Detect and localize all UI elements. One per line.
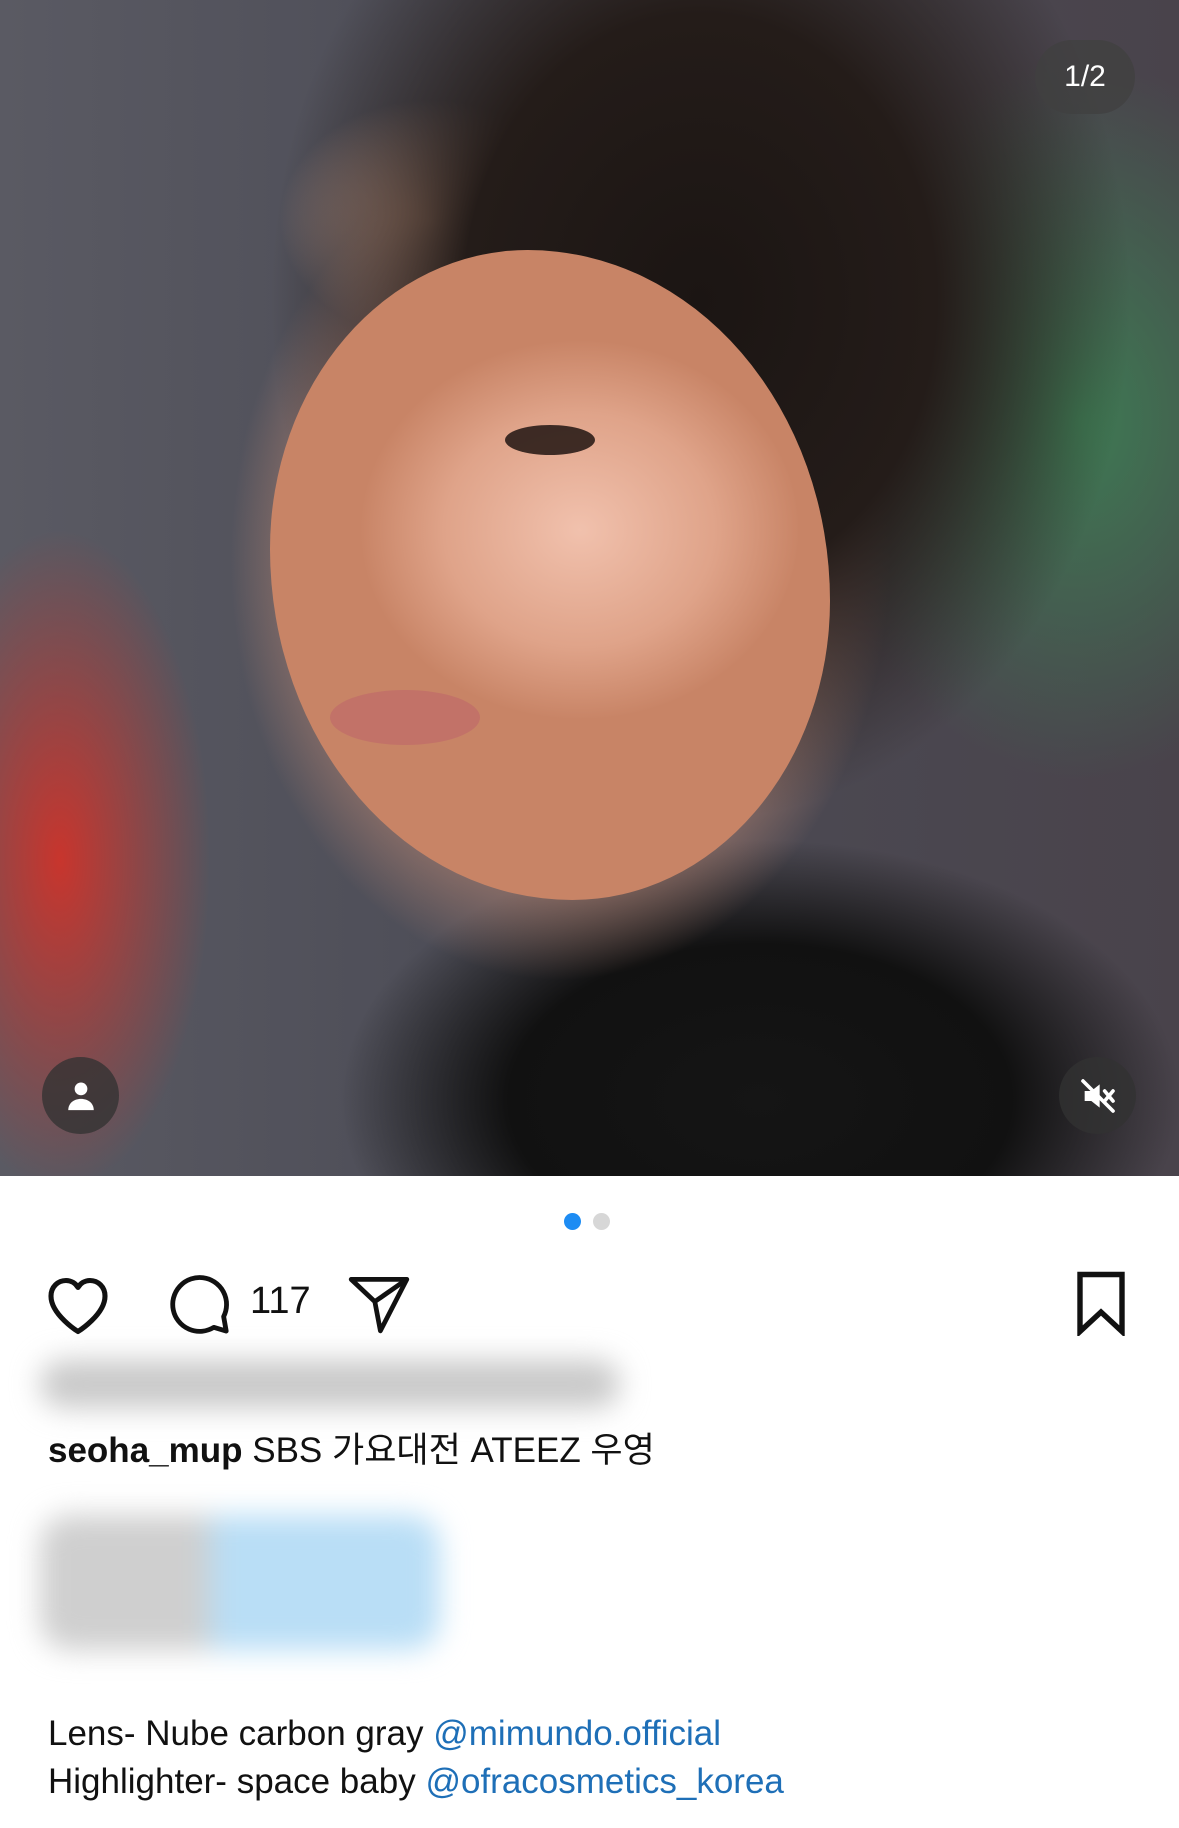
blurred-caption-block: [40, 1515, 440, 1650]
mute-button[interactable]: [1059, 1057, 1136, 1134]
heart-icon: [48, 1277, 108, 1335]
like-button[interactable]: [40, 1268, 116, 1338]
caption-username[interactable]: seoha_mup: [48, 1431, 243, 1470]
save-button[interactable]: [1066, 1268, 1136, 1338]
mention-link[interactable]: @mimundo.official: [433, 1714, 721, 1753]
carousel-dot-active: [564, 1213, 581, 1230]
carousel-dots: [564, 1213, 610, 1230]
detail-line-lens: Lens- Nube carbon gray @mimundo.official: [48, 1714, 721, 1754]
comment-count: 117: [250, 1280, 311, 1322]
caption-text: SBS 가요대전 ATEEZ 우영: [252, 1431, 655, 1470]
mention-link[interactable]: @ofracosmetics_korea: [425, 1762, 783, 1801]
post-caption: seoha_mup SBS 가요대전 ATEEZ 우영: [48, 1422, 655, 1473]
bookmark-icon: [1077, 1271, 1125, 1336]
user-tag-button[interactable]: [42, 1057, 119, 1134]
paper-plane-icon: [348, 1276, 410, 1334]
action-bar: 117: [0, 1268, 1179, 1338]
photo-lips: [330, 690, 480, 745]
photo-eye: [505, 425, 595, 455]
person-icon: [67, 1082, 94, 1110]
comment-bubble-icon: [170, 1275, 229, 1334]
blurred-likes-text: [40, 1360, 620, 1408]
media-counter: 1/2: [1035, 40, 1135, 114]
post-media[interactable]: 1/2: [0, 0, 1179, 1176]
detail-line-highlighter: Highlighter- space baby @ofracosmetics_k…: [48, 1762, 784, 1802]
speaker-muted-icon: [1080, 1078, 1115, 1113]
detail-text: Highlighter- space baby: [48, 1762, 416, 1801]
share-button[interactable]: [344, 1268, 414, 1338]
carousel-dot-inactive: [593, 1213, 610, 1230]
comment-button[interactable]: [164, 1268, 234, 1338]
detail-text: Lens- Nube carbon gray: [48, 1714, 424, 1753]
